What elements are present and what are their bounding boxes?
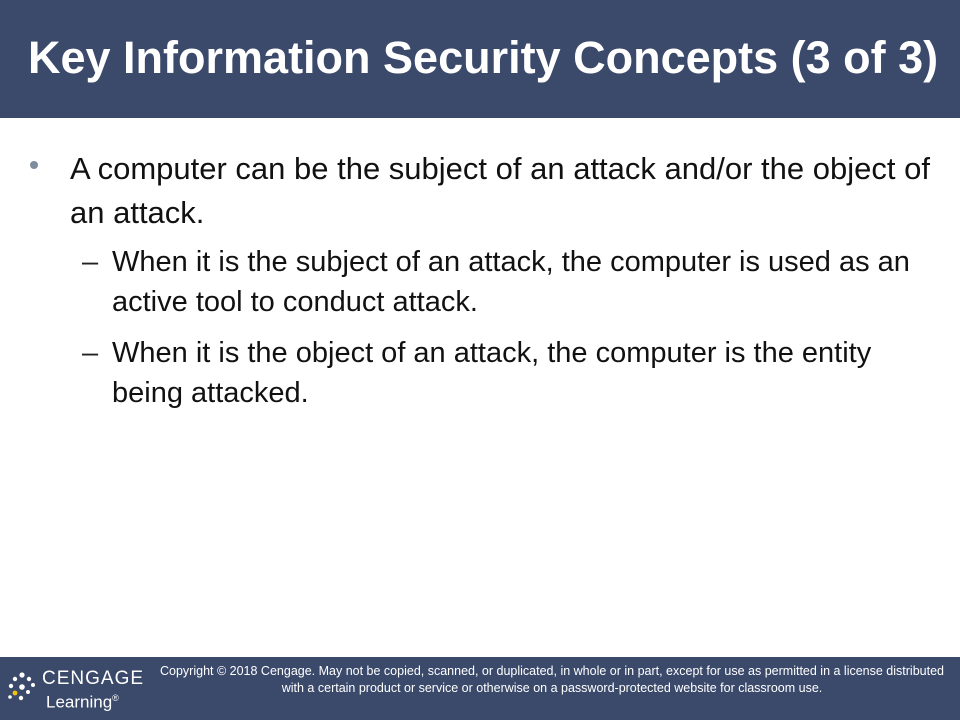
footer-bar: CENGAGE Learning® Copyright © 2018 Cenga… <box>0 657 960 720</box>
slide-title: Key Information Security Concepts (3 of … <box>28 32 939 83</box>
title-bar: Key Information Security Concepts (3 of … <box>0 0 960 118</box>
logo-text-learning: Learning® <box>46 692 119 712</box>
sub-bullet-text: When it is the subject of an attack, the… <box>112 246 910 318</box>
copyright-notice: Copyright © 2018 Cengage. May not be cop… <box>160 664 944 695</box>
dash-icon: – <box>82 246 99 278</box>
cengage-logo: CENGAGE Learning® <box>6 667 146 712</box>
sub-bullet-text: When it is the object of an attack, the … <box>112 337 872 409</box>
bullet-dot-icon <box>30 161 38 169</box>
bullet-text: A computer can be the subject of an atta… <box>70 151 930 230</box>
logo-dots-icon <box>8 672 35 701</box>
logo-text-cengage: CENGAGE <box>42 668 145 689</box>
dash-icon: – <box>82 337 99 369</box>
